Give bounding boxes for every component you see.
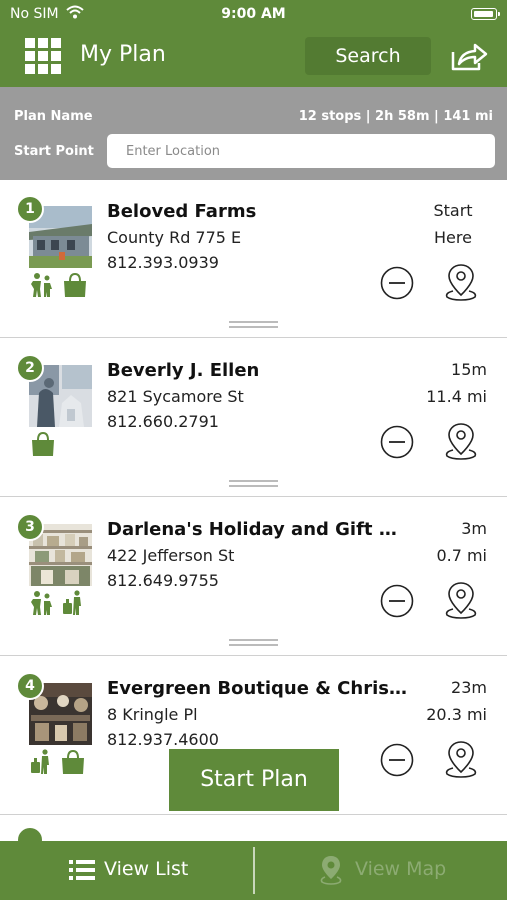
category-icons (30, 590, 84, 616)
stop-phone[interactable]: 812.649.9755 (107, 571, 219, 590)
start-point-label: Start Point (14, 144, 94, 159)
tab-view-list[interactable]: View List (0, 841, 253, 900)
luggage-icon (63, 590, 81, 615)
status-bar: No SIM 9:00 AM (0, 0, 507, 28)
stop-drive-time: 23m (451, 678, 487, 697)
stop-number-badge: 2 (16, 354, 44, 382)
status-time: 9:00 AM (221, 6, 286, 22)
drag-handle[interactable] (229, 639, 278, 646)
category-icons (30, 749, 86, 775)
tab-view-map[interactable]: View Map (255, 841, 507, 900)
remove-stop-icon[interactable] (380, 743, 414, 777)
map-pin-icon[interactable] (443, 263, 479, 301)
stop-drive-time: 15m (451, 360, 487, 379)
stop-distance: 20.3 mi (426, 705, 487, 724)
stop-name[interactable]: Beloved Farms (107, 201, 407, 222)
map-pin-icon[interactable] (443, 740, 479, 778)
start-point-input[interactable] (107, 134, 495, 168)
stop-phone[interactable]: 812.937.4600 (107, 730, 219, 749)
stop-drive-time: 3m (461, 519, 487, 538)
stop-distance: 0.7 mi (436, 546, 487, 565)
stop-number-badge: 3 (16, 513, 44, 541)
tab-view-list-label: View List (104, 858, 189, 880)
luggage-icon (31, 749, 49, 774)
stop-address: 8 Kringle Pl (107, 705, 198, 724)
category-icons (30, 272, 88, 298)
list-icon (69, 860, 95, 880)
shopping-bag-icon (64, 272, 86, 297)
remove-stop-icon[interactable] (380, 266, 414, 300)
stop-address: 821 Sycamore St (107, 387, 244, 406)
search-button[interactable]: Search (305, 37, 431, 75)
family-icon (31, 273, 52, 297)
shopping-bag-icon (32, 431, 54, 456)
bottom-tab-bar: View List View Map (0, 841, 507, 900)
page-title: My Plan (80, 42, 166, 67)
stop-number-badge: 1 (16, 195, 44, 223)
stop-item[interactable]: 2 Beverly J. Ellen 821 Sycamore St 812.6… (0, 339, 507, 497)
battery-icon (471, 8, 500, 20)
stop-distance: 11.4 mi (426, 387, 487, 406)
stop-phone[interactable]: 812.660.2791 (107, 412, 219, 431)
drag-handle[interactable] (229, 480, 278, 487)
start-plan-button[interactable]: Start Plan (169, 749, 339, 811)
plan-summary: 12 stops | 2h 58m | 141 mi (298, 109, 493, 124)
plan-info-bar: Plan Name 12 stops | 2h 58m | 141 mi Sta… (0, 87, 507, 180)
app-header: My Plan Search (0, 28, 507, 87)
remove-stop-icon[interactable] (380, 425, 414, 459)
map-pin-icon[interactable] (443, 422, 479, 460)
stop-address: 422 Jefferson St (107, 546, 235, 565)
remove-stop-icon[interactable] (380, 584, 414, 618)
stop-name[interactable]: Darlena's Holiday and Gift Sh... (107, 519, 407, 540)
shopping-bag-icon (62, 749, 84, 774)
stop-item[interactable]: 3 Darlena's Holiday and Gift Sh... 422 J… (0, 498, 507, 656)
plan-name-label: Plan Name (14, 109, 93, 124)
stop-number-badge: 4 (16, 672, 44, 700)
stop-item[interactable]: 1 Beloved Farms County Rd 775 E 812.393.… (0, 180, 507, 338)
family-icon (31, 591, 52, 615)
stop-phone[interactable]: 812.393.0939 (107, 253, 219, 272)
drag-handle[interactable] (229, 321, 278, 328)
stop-name[interactable]: Beverly J. Ellen (107, 360, 407, 381)
apps-grid-icon[interactable] (25, 38, 61, 74)
stop-name[interactable]: Evergreen Boutique & Christm... (107, 678, 407, 699)
tab-view-map-label: View Map (355, 858, 447, 880)
stop-distance: Here (434, 228, 472, 247)
share-icon[interactable] (449, 40, 489, 72)
category-icons (30, 431, 56, 457)
map-pin-icon[interactable] (443, 581, 479, 619)
stop-address: County Rd 775 E (107, 228, 242, 247)
stop-drive-time: Start (433, 201, 473, 220)
map-pin-icon (320, 856, 342, 885)
